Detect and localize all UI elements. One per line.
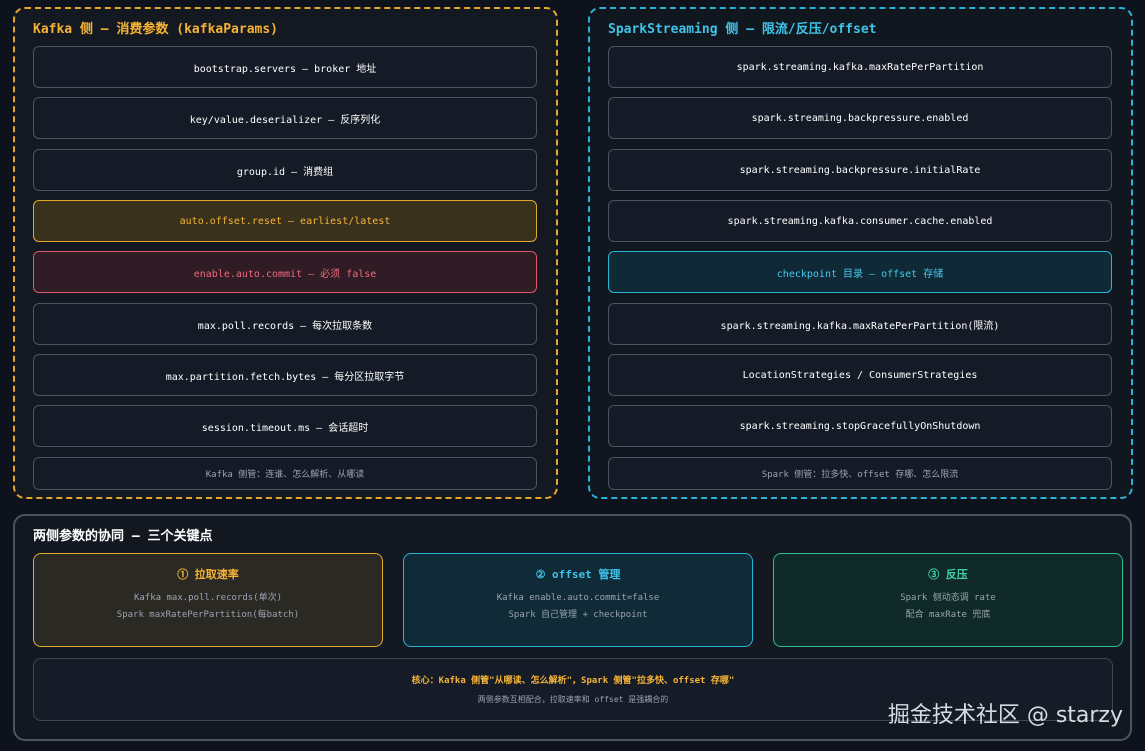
- card-line: Spark maxRatePerPartition(每batch): [116, 610, 300, 620]
- kafka-item-auto-offset-reset: auto.offset.reset — earliest/latest: [33, 200, 537, 242]
- card-title: ② offset 管理: [535, 568, 621, 581]
- spark-item-stop-gracefully: spark.streaming.stopGracefullyOnShutdown: [608, 405, 1112, 447]
- card-line: Kafka max.poll.records(单次): [133, 593, 283, 603]
- spark-panel: SparkStreaming 侧 — 限流/反压/offset spark.st…: [588, 7, 1133, 499]
- spark-item-max-rate-limit: spark.streaming.kafka.maxRatePerPartitio…: [608, 303, 1112, 345]
- spark-item-consumer-cache-enabled: spark.streaming.kafka.consumer.cache.ena…: [608, 200, 1112, 242]
- kafka-item-deserializer: key/value.deserializer — 反序列化: [33, 97, 537, 139]
- kafka-item-group-id: group.id — 消费组: [33, 149, 537, 191]
- kafka-item-session-timeout: session.timeout.ms — 会话超时: [33, 405, 537, 447]
- card-offset-management: ② offset 管理 Kafka enable.auto.commit=fal…: [403, 553, 753, 647]
- spark-panel-title: SparkStreaming 侧 — 限流/反压/offset: [608, 22, 877, 37]
- card-backpressure: ③ 反压 Spark 侧动态调 rate 配合 maxRate 兜底: [773, 553, 1123, 647]
- kafka-note: Kafka 侧管：连谁、怎么解析、从哪读: [33, 457, 537, 490]
- card-title: ① 拉取速率: [177, 568, 239, 581]
- card-line: Spark 侧动态调 rate: [900, 593, 996, 603]
- card-lines: Spark 侧动态调 rate 配合 maxRate 兜底: [774, 590, 1122, 624]
- kafka-panel-title: Kafka 侧 — 消费参数 (kafkaParams): [33, 22, 279, 37]
- card-line: Spark 自己管理 + checkpoint: [508, 610, 648, 620]
- kafka-panel: Kafka 侧 — 消费参数 (kafkaParams) bootstrap.s…: [13, 7, 558, 499]
- card-line: 配合 maxRate 兜底: [905, 610, 991, 620]
- kafka-item-max-partition-fetch-bytes: max.partition.fetch.bytes — 每分区拉取字节: [33, 354, 537, 396]
- kafka-item-bootstrap-servers: bootstrap.servers — broker 地址: [33, 46, 537, 88]
- card-title: ③ 反压: [928, 568, 968, 581]
- kafka-item-max-poll-records: max.poll.records — 每次拉取条数: [33, 303, 537, 345]
- core-summary-line: 核心：Kafka 侧管"从哪读、怎么解析"，Spark 侧管"拉多快、offse…: [411, 676, 735, 686]
- card-fetch-rate: ① 拉取速率 Kafka max.poll.records(单次) Spark …: [33, 553, 383, 647]
- spark-note: Spark 侧管：拉多快、offset 存哪、怎么限流: [608, 457, 1112, 490]
- card-lines: Kafka max.poll.records(单次) Spark maxRate…: [34, 590, 382, 624]
- card-line: Kafka enable.auto.commit=false: [496, 593, 660, 603]
- spark-item-location-strategies: LocationStrategies / ConsumerStrategies: [608, 354, 1112, 396]
- spark-item-checkpoint: checkpoint 目录 — offset 存储: [608, 251, 1112, 293]
- kafka-item-enable-auto-commit: enable.auto.commit — 必须 false: [33, 251, 537, 293]
- sync-panel-title: 两侧参数的协同 — 三个关键点: [33, 529, 213, 544]
- spark-item-backpressure-initial-rate: spark.streaming.backpressure.initialRate: [608, 149, 1112, 191]
- spark-item-backpressure-enabled: spark.streaming.backpressure.enabled: [608, 97, 1112, 139]
- watermark: 掘金技术社区 @ starzy: [887, 703, 1123, 728]
- card-lines: Kafka enable.auto.commit=false Spark 自己管…: [404, 590, 752, 624]
- spark-item-max-rate-per-partition: spark.streaming.kafka.maxRatePerPartitio…: [608, 46, 1112, 88]
